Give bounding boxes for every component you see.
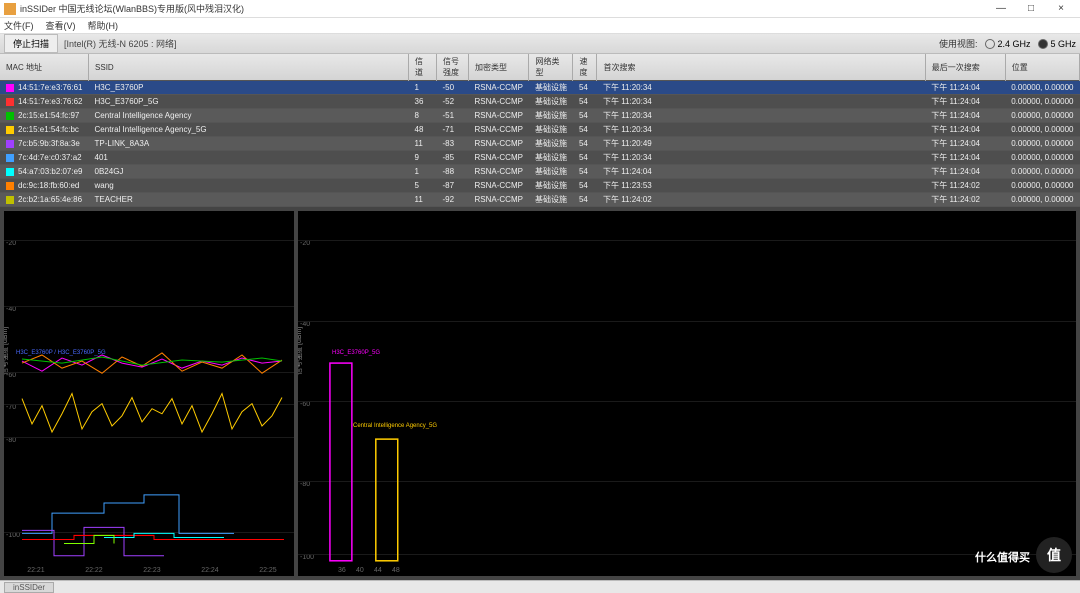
channel-chart-svg — [298, 211, 1076, 576]
col-ssid[interactable]: SSID — [89, 54, 409, 81]
channel-label-magenta: H3C_E3760P_5G — [332, 350, 380, 356]
col-rssi[interactable]: 信号强度 — [437, 54, 469, 81]
menubar: 文件(F) 查看(V) 帮助(H) — [0, 18, 1080, 34]
col-last[interactable]: 最后一次搜索 — [925, 54, 1005, 81]
table-row[interactable]: dc:9c:18:fb:60:edwang5-87RSNA-CCMP基础设施54… — [0, 179, 1080, 193]
app-icon — [4, 3, 16, 15]
table-row[interactable]: 2c:15:e1:54:fc:bcCentral Intelligence Ag… — [0, 123, 1080, 137]
scan-button[interactable]: 停止扫描 — [4, 34, 58, 53]
col-mac[interactable]: MAC 地址 — [0, 54, 89, 81]
table-row[interactable]: 2c:15:e1:54:fc:97Central Intelligence Ag… — [0, 109, 1080, 123]
menu-view[interactable]: 查看(V) — [46, 19, 76, 32]
nic-selector[interactable]: [Intel(R) 无线-N 6205 : 网络] — [64, 37, 177, 50]
col-pos[interactable]: 位置 — [1005, 54, 1079, 81]
statusbar: inSSIDer — [0, 580, 1080, 593]
maximize-button[interactable]: □ — [1016, 3, 1046, 14]
toolbar: 停止扫描 [Intel(R) 无线-N 6205 : 网络] 使用视图: 2.4… — [0, 34, 1080, 54]
band-5-radio[interactable]: 5 GHz — [1038, 39, 1076, 49]
col-first[interactable]: 首次搜索 — [597, 54, 925, 81]
time-chart[interactable]: 信号强度 [dBm] -20 -40 -60 -70 -80 -100 H3C_… — [4, 211, 294, 576]
time-chart-svg — [4, 211, 294, 576]
network-table[interactable]: MAC 地址 SSID 信道 信号强度 加密类型 网络类型 速度 首次搜索 最后… — [0, 54, 1080, 207]
menu-file[interactable]: 文件(F) — [4, 19, 34, 32]
view-hint: 使用视图: — [939, 37, 978, 50]
table-row[interactable]: 7c:b5:9b:3f:8a:3eTP-LINK_8A3A11-83RSNA-C… — [0, 137, 1080, 151]
close-button[interactable]: × — [1046, 3, 1076, 14]
watermark-logo: 值 — [1036, 537, 1072, 573]
band-24-radio[interactable]: 2.4 GHz — [985, 39, 1030, 49]
channel-label-yellow: Central Intelligence Agency_5G — [353, 423, 437, 429]
col-type[interactable]: 网络类型 — [529, 54, 573, 81]
table-row[interactable]: 54:a7:03:b2:07:e90B24GJ1-88RSNA-CCMP基础设施… — [0, 165, 1080, 179]
table-row[interactable]: 2c:b2:1a:65:4e:86TEACHER11-92RSNA-CCMP基础… — [0, 193, 1080, 207]
table-row[interactable]: 14:51:7e:e3:76:62H3C_E3760P_5G36-52RSNA-… — [0, 95, 1080, 109]
window-controls: — □ × — [986, 3, 1076, 14]
col-sec[interactable]: 加密类型 — [469, 54, 529, 81]
charts-area: 信号强度 [dBm] -20 -40 -60 -70 -80 -100 H3C_… — [0, 207, 1080, 580]
table-row[interactable]: 14:51:7e:e3:76:61H3C_E3760P1-50RSNA-CCMP… — [0, 81, 1080, 95]
titlebar: inSSIDer 中国无线论坛(WlanBBS)专用版(风中残泪汉化) — □ … — [0, 0, 1080, 18]
col-speed[interactable]: 速度 — [573, 54, 597, 81]
table-header[interactable]: MAC 地址 SSID 信道 信号强度 加密类型 网络类型 速度 首次搜索 最后… — [0, 54, 1080, 81]
minimize-button[interactable]: — — [986, 3, 1016, 14]
menu-help[interactable]: 帮助(H) — [88, 19, 119, 32]
status-tab[interactable]: inSSIDer — [4, 582, 54, 593]
channel-chart[interactable]: 信号强度 [dBm] -20 -40 -60 -80 -100 H3C_E376… — [298, 211, 1076, 576]
watermark-text: 什么值得买 — [975, 549, 1030, 565]
col-ch[interactable]: 信道 — [409, 54, 437, 81]
table-row[interactable]: 7c:4d:7e:c0:37:a24019-85RSNA-CCMP基础设施54下… — [0, 151, 1080, 165]
window-title: inSSIDer 中国无线论坛(WlanBBS)专用版(风中残泪汉化) — [20, 2, 986, 15]
